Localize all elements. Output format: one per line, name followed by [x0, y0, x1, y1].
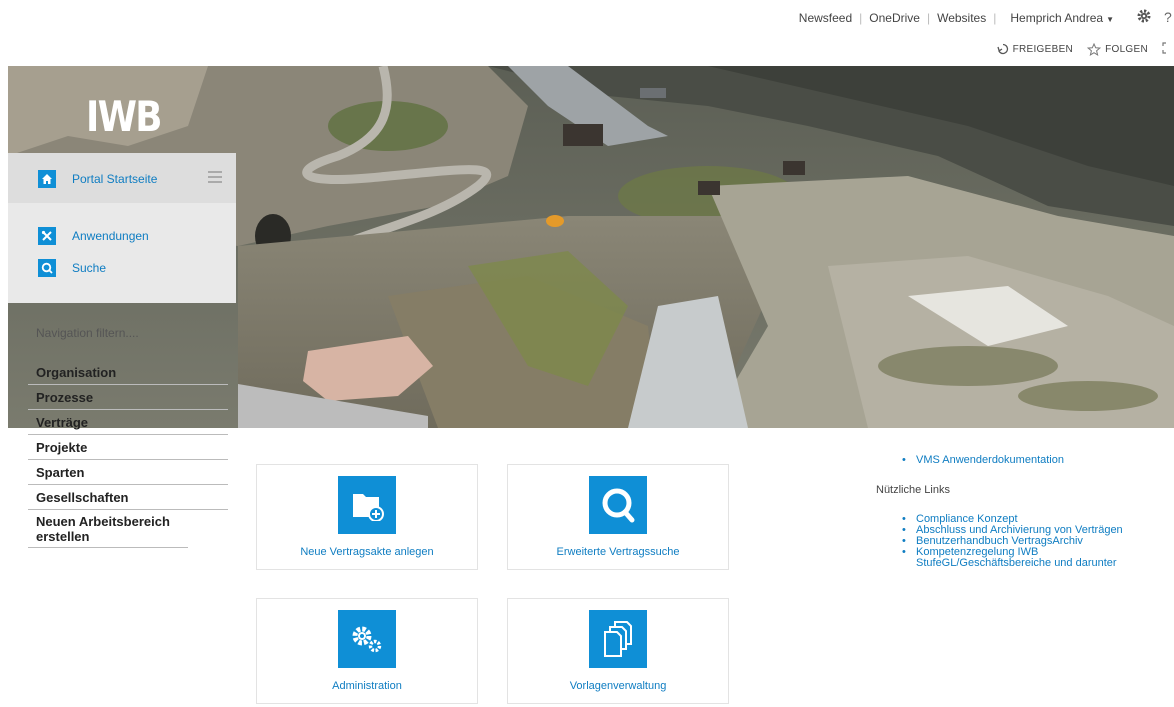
share-icon — [996, 43, 1008, 55]
nav-item-projekte[interactable]: Projekte — [28, 435, 228, 460]
useful-links-heading: Nützliche Links — [876, 484, 950, 496]
nav-item-gesellschaften[interactable]: Gesellschaften — [28, 485, 228, 510]
nav-search-label: Suche — [72, 261, 107, 275]
tile-advanced-search[interactable]: Erweiterte Vertragssuche — [507, 464, 729, 570]
nav-item-sparten[interactable]: Sparten — [28, 460, 228, 485]
nav-item-new-workspace[interactable]: Neuen Arbeitsbereich erstellen — [28, 510, 188, 548]
nav-search[interactable]: Suche — [38, 259, 106, 277]
nav-applications[interactable]: Anwendungen — [38, 227, 149, 245]
share-button[interactable]: FREIGEBEN — [996, 43, 1074, 55]
documents-icon — [589, 610, 647, 668]
folder-plus-icon — [338, 476, 396, 534]
nav-applications-label: Anwendungen — [72, 229, 149, 243]
quick-launch-panel: Portal Startseite Anwendungen Suche — [8, 153, 236, 303]
websites-link[interactable]: Websites — [930, 11, 993, 25]
home-icon — [38, 170, 56, 188]
gear-icon[interactable] — [1136, 8, 1152, 24]
nav-home[interactable]: Portal Startseite — [38, 170, 157, 188]
tile-label: Vorlagenverwaltung — [569, 680, 667, 692]
newsfeed-link[interactable]: Newsfeed — [792, 11, 859, 25]
chevron-down-icon: ▼ — [1106, 15, 1114, 24]
vms-doc-links: VMS Anwenderdokumentation — [876, 455, 1064, 467]
navigation-list: Organisation Prozesse Verträge Projekte … — [28, 360, 228, 548]
tile-administration[interactable]: Administration — [256, 598, 478, 704]
search-icon — [589, 476, 647, 534]
user-name: Hemprich Andrea — [1010, 11, 1104, 25]
link-competence-rules[interactable]: Kompetenzregelung IWB StufeGL/Geschäftsb… — [902, 547, 1162, 569]
tile-new-contract[interactable]: Neue Vertragsakte anlegen — [256, 464, 478, 570]
nav-home-label: Portal Startseite — [72, 172, 158, 186]
link-vms-documentation[interactable]: VMS Anwenderdokumentation — [902, 455, 1064, 467]
user-menu[interactable]: Hemprich Andrea ▼ — [996, 11, 1132, 25]
gears-icon — [338, 610, 396, 668]
follow-button[interactable]: FOLGEN — [1087, 42, 1148, 56]
page-action-bar: FREIGEBEN FOLGEN — [983, 40, 1174, 58]
useful-links-list: Compliance Konzept Abschluss und Archivi… — [876, 514, 1162, 569]
hamburger-menu-icon[interactable] — [208, 171, 222, 186]
iwb-logo: IWB — [86, 92, 162, 141]
tile-label: Erweiterte Vertragssuche — [556, 546, 680, 558]
tile-label: Neue Vertragsakte anlegen — [300, 546, 434, 558]
nav-item-organisation[interactable]: Organisation — [28, 360, 228, 385]
tile-label: Administration — [332, 680, 402, 692]
help-icon[interactable]: ? — [1164, 9, 1174, 25]
follow-label: FOLGEN — [1105, 43, 1148, 55]
search-icon — [38, 259, 56, 277]
share-label: FREIGEBEN — [1012, 43, 1074, 55]
nav-item-vertraege[interactable]: Verträge — [28, 410, 228, 435]
suite-links: Newsfeed | OneDrive | Websites | Hempric… — [792, 11, 1132, 25]
navigation-filter-input[interactable]: Navigation filtern.... — [36, 326, 139, 340]
star-icon — [1087, 42, 1102, 56]
tools-icon — [38, 227, 56, 245]
onedrive-link[interactable]: OneDrive — [862, 11, 927, 25]
nav-item-prozesse[interactable]: Prozesse — [28, 385, 228, 410]
tile-template-management[interactable]: Vorlagenverwaltung — [507, 598, 729, 704]
focus-icon[interactable] — [1162, 41, 1174, 57]
suite-bar: Newsfeed | OneDrive | Websites | Hempric… — [0, 0, 1174, 36]
